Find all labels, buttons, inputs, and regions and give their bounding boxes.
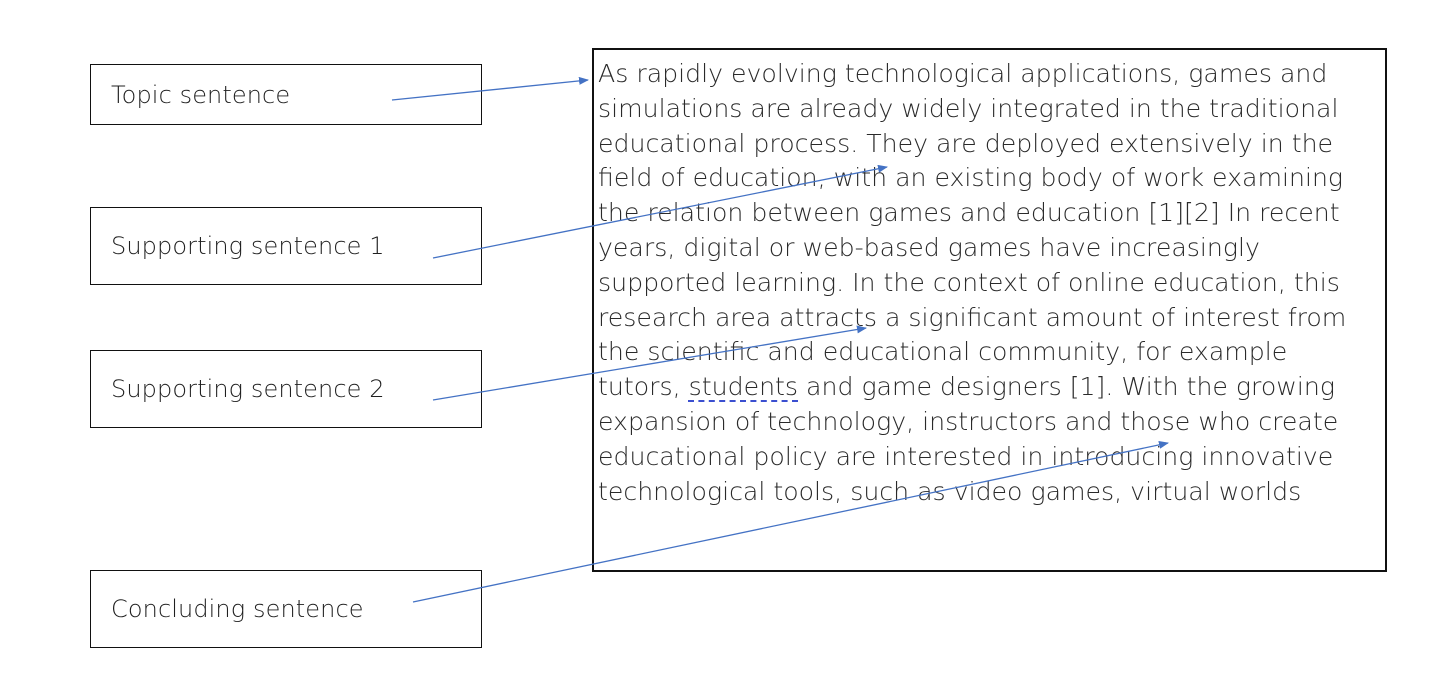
paragraph-line: expansion of technology, instructors and… bbox=[598, 406, 1339, 436]
paragraph-line: educational policy are interested in int… bbox=[598, 441, 1334, 471]
paragraph-text-fragment: and game designers [1]. With the growing bbox=[798, 372, 1335, 402]
supporting-sentence-1-label: Supporting sentence 1 bbox=[90, 207, 482, 285]
paragraph-line: As rapidly evolving technological applic… bbox=[598, 59, 1328, 88]
topic-sentence-label: Topic sentence bbox=[90, 64, 482, 125]
topic-sentence-text: Topic sentence bbox=[111, 80, 291, 109]
paragraph-line: technological tools, such as video games… bbox=[598, 476, 1302, 506]
paragraph-line: supported learning. In the context of on… bbox=[598, 267, 1340, 297]
paragraph-line: simulations are already widely integrate… bbox=[598, 93, 1339, 123]
spellcheck-flagged-word[interactable]: students bbox=[689, 372, 798, 401]
supporting-sentence-2-text: Supporting sentence 2 bbox=[111, 375, 385, 403]
concluding-sentence-label: Concluding sentence bbox=[90, 570, 482, 648]
supporting-sentence-2-label: Supporting sentence 2 bbox=[90, 350, 482, 428]
paragraph-line: field of education, with an existing bod… bbox=[598, 163, 1344, 193]
paragraph-text-box: As rapidly evolving technological applic… bbox=[592, 48, 1387, 572]
supporting-sentence-1-text: Supporting sentence 1 bbox=[111, 232, 385, 260]
paragraph-line: years, digital or web-based games have i… bbox=[598, 232, 1260, 262]
paragraph-line: tutors, students and game designers [1].… bbox=[598, 370, 1381, 405]
paragraph-line: educational process. They are deployed e… bbox=[598, 128, 1334, 158]
paragraph-text-fragment: tutors, bbox=[598, 372, 689, 402]
paragraph-line: research area attracts a significant amo… bbox=[598, 302, 1347, 332]
paragraph-line: the scientific and educational community… bbox=[598, 337, 1288, 367]
concluding-sentence-text: Concluding sentence bbox=[111, 595, 364, 623]
paragraph-line: the relation between games and education… bbox=[598, 198, 1340, 228]
